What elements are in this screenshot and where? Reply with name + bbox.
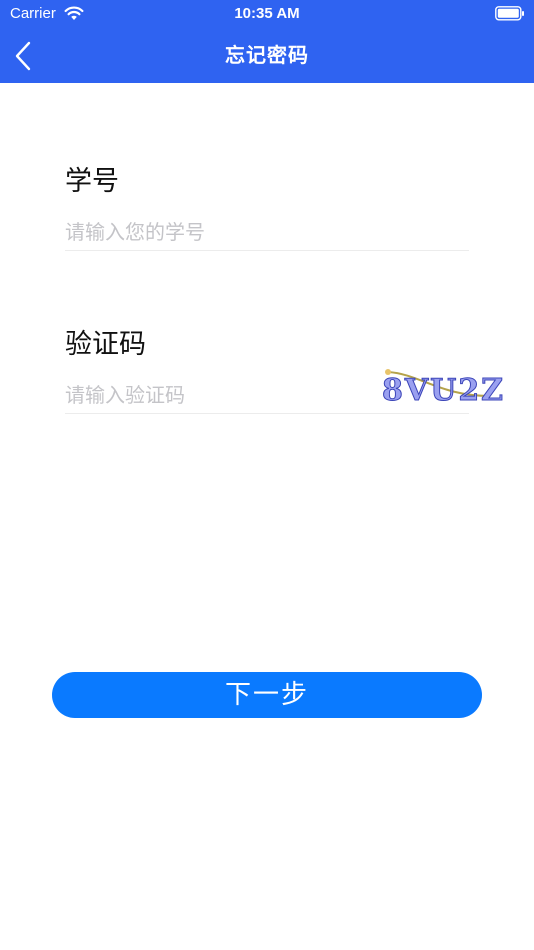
captcha-code: 8VU2Z <box>382 373 505 408</box>
back-button[interactable] <box>14 38 54 74</box>
captcha-divider <box>65 413 469 414</box>
captcha-label: 验证码 <box>65 329 146 360</box>
next-button[interactable]: 下一步 <box>52 672 482 718</box>
chevron-left-icon <box>15 41 31 71</box>
battery-icon <box>495 6 524 21</box>
student-id-label: 学号 <box>65 166 119 197</box>
forgot-password-screen: Carrier 10:35 AM 忘记密码 学号 验 <box>0 0 534 950</box>
nav-bar: 忘记密码 <box>0 28 534 83</box>
student-id-input[interactable] <box>65 215 469 249</box>
status-bar: Carrier 10:35 AM <box>0 0 534 28</box>
captcha-input[interactable] <box>65 378 365 412</box>
captcha-image[interactable]: 8VU2Z <box>380 366 510 408</box>
clock: 10:35 AM <box>234 5 300 22</box>
page-title: 忘记密码 <box>225 43 309 67</box>
header: Carrier 10:35 AM 忘记密码 <box>0 0 534 83</box>
student-id-divider <box>65 250 469 251</box>
